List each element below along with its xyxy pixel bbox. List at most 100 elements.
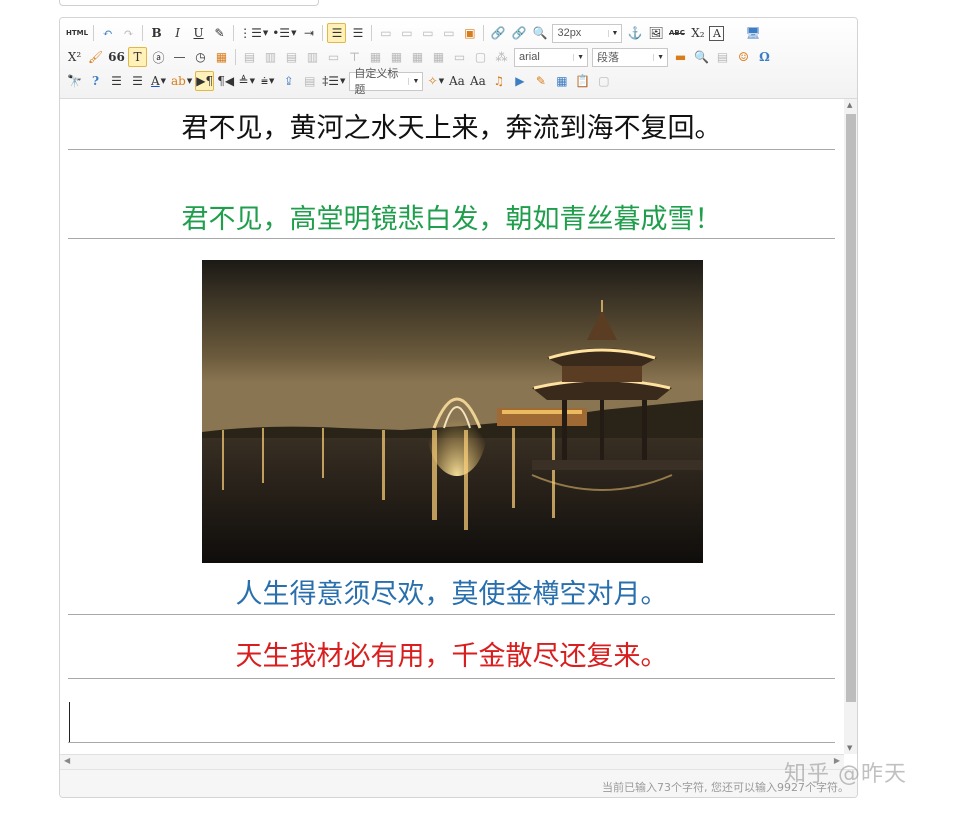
vertical-scroll-thumb[interactable] bbox=[846, 114, 856, 702]
toolbar-separator bbox=[371, 25, 373, 41]
poem-line-4[interactable]: 天生我材必有用，千金散尽还复来。 bbox=[68, 635, 835, 679]
special-char-icon[interactable]: Ω bbox=[755, 47, 774, 67]
ordered-list-icon[interactable]: ⋮☰ ▼ bbox=[238, 23, 269, 43]
paragraph-select[interactable]: 段落 ▼ bbox=[592, 47, 668, 67]
find-icon[interactable]: 🔭 bbox=[65, 71, 84, 91]
row-spacing-top-icon[interactable]: ≜ ▼ bbox=[237, 71, 256, 91]
vertical-scrollbar[interactable]: ▲ ▼ bbox=[844, 99, 857, 754]
font-color-icon[interactable]: A ▼ bbox=[149, 71, 168, 91]
justify-icon[interactable]: ☰ bbox=[128, 71, 147, 91]
table-merge-right-icon[interactable]: ▭ bbox=[324, 47, 343, 67]
ltr-icon[interactable]: ▶¶ bbox=[195, 71, 215, 91]
template-icon[interactable]: ▤ bbox=[713, 47, 732, 67]
font-family-select[interactable]: arial ▼ bbox=[514, 47, 588, 67]
poem-line-2[interactable]: 君不见，高堂明镜悲白发，朝如青丝暮成雪！ bbox=[68, 191, 835, 239]
html-source-button[interactable]: HTML bbox=[65, 23, 89, 43]
bold-button[interactable]: B bbox=[147, 23, 166, 43]
toolbar-row-1: HTML ↶ ↷ B I U ✎ ⋮☰ ▼ •☰ ▼ ⇥ ☰ ☰ ▭ ▭ ▭ ▭ ▣… bbox=[64, 22, 763, 44]
background-color-icon[interactable]: ab ▼ bbox=[170, 71, 193, 91]
eraser-icon[interactable]: ✎ bbox=[210, 23, 229, 43]
emotion-icon[interactable]: ☺ bbox=[734, 47, 753, 67]
image-manager-icon[interactable]: 🖼 bbox=[646, 23, 665, 43]
uppercase-icon[interactable]: Aa bbox=[447, 71, 466, 91]
horizontal-rule-icon[interactable]: — bbox=[170, 47, 189, 67]
lowercase-icon[interactable]: Aa bbox=[468, 71, 487, 91]
image-center-icon[interactable]: ▭ bbox=[397, 23, 416, 43]
blockquote-icon[interactable]: 66 bbox=[107, 47, 126, 67]
text-box-icon[interactable]: A bbox=[709, 25, 725, 41]
line-height-icon[interactable]: ‡☰ ▼ bbox=[321, 71, 346, 91]
scroll-down-icon[interactable]: ▼ bbox=[847, 744, 852, 752]
table-split-icon[interactable]: ⊤ bbox=[345, 47, 364, 67]
at-icon[interactable]: ⓐ bbox=[149, 47, 168, 67]
drafts-icon[interactable]: ▢ bbox=[594, 71, 613, 91]
image-no-float-icon[interactable]: ▭ bbox=[439, 23, 458, 43]
insert-image-icon[interactable]: ▣ bbox=[460, 23, 479, 43]
upload-icon[interactable]: ⇪ bbox=[279, 71, 298, 91]
link-icon[interactable]: 🔗 bbox=[488, 23, 507, 43]
attachment-icon[interactable]: ▤ bbox=[300, 71, 319, 91]
font-size-select[interactable]: 32px ▼ bbox=[552, 23, 623, 43]
align-justify-icon[interactable]: ☰ bbox=[348, 23, 367, 43]
editor-toolbar: HTML ↶ ↷ B I U ✎ ⋮☰ ▼ •☰ ▼ ⇥ ☰ ☰ ▭ ▭ ▭ ▭ ▣… bbox=[60, 18, 857, 99]
editor-content-area[interactable]: 君不见，黄河之水天上来，奔流到海不复回。 君不见，高堂明镜悲白发，朝如青丝暮成雪… bbox=[60, 99, 844, 754]
image-float-left-icon[interactable]: ▭ bbox=[376, 23, 395, 43]
clear-doc-icon[interactable]: ✧ ▼ bbox=[426, 71, 445, 91]
page-break-icon[interactable]: ▢ bbox=[471, 47, 490, 67]
dropdown-caret-icon: ▼ bbox=[340, 77, 346, 85]
rtl-icon[interactable]: ¶◀ bbox=[216, 71, 235, 91]
subscript-button[interactable]: X₂ bbox=[688, 23, 707, 43]
horizontal-scrollbar[interactable]: ◀ ▶ bbox=[60, 754, 844, 769]
table-icon[interactable]: ▦ bbox=[552, 71, 571, 91]
calendar-icon[interactable]: ▦ bbox=[212, 47, 231, 67]
west-lake-pavilion-night-photo[interactable] bbox=[202, 260, 703, 563]
pavilion-illustration bbox=[202, 260, 703, 563]
scroll-up-icon[interactable]: ▲ bbox=[847, 101, 852, 109]
zoom-icon[interactable]: 🔍 bbox=[530, 23, 549, 43]
superscript-button[interactable]: X² bbox=[65, 47, 84, 67]
image-float-right-icon[interactable]: ▭ bbox=[418, 23, 437, 43]
music-icon[interactable]: ♫ bbox=[489, 71, 508, 91]
table-delete-col-icon[interactable]: ▥ bbox=[303, 47, 322, 67]
strikethrough-button[interactable]: ABC bbox=[667, 23, 686, 43]
align-left-icon[interactable]: ☰ bbox=[327, 23, 347, 43]
empty-paragraph[interactable] bbox=[68, 681, 835, 743]
upper-panel-edge bbox=[59, 0, 319, 6]
format-brush-icon[interactable]: 🖌 bbox=[86, 47, 105, 67]
table-insert-row-icon[interactable]: ▤ bbox=[240, 47, 259, 67]
dropdown-caret-icon: ▼ bbox=[249, 77, 255, 85]
help-icon[interactable]: ? bbox=[86, 71, 105, 91]
scroll-left-icon[interactable]: ◀ bbox=[64, 756, 70, 765]
fullscreen-icon[interactable]: 🖥 bbox=[743, 23, 762, 43]
poem-line-3[interactable]: 人生得意须尽欢，莫使金樽空对月。 bbox=[68, 567, 835, 615]
paste-icon[interactable]: 📋 bbox=[573, 71, 592, 91]
cell-properties-icon[interactable]: ▭ bbox=[450, 47, 469, 67]
indent-icon[interactable]: ⇥ bbox=[299, 23, 318, 43]
table-split-cols-icon[interactable]: ▦ bbox=[408, 47, 427, 67]
undo-icon[interactable]: ↶ bbox=[98, 23, 117, 43]
clock-icon[interactable]: ◷ bbox=[191, 47, 210, 67]
video-icon[interactable]: ▶ bbox=[510, 71, 529, 91]
unordered-list-icon[interactable]: •☰ ▼ bbox=[271, 23, 297, 43]
table-merge-cells-icon[interactable]: ▦ bbox=[366, 47, 385, 67]
table-insert-col-icon[interactable]: ▥ bbox=[261, 47, 280, 67]
toolbar-separator bbox=[142, 25, 144, 41]
anchor-icon[interactable]: ⚓ bbox=[625, 23, 644, 43]
table-properties-icon[interactable]: ▦ bbox=[429, 47, 448, 67]
italic-button[interactable]: I bbox=[168, 23, 187, 43]
chevron-down-icon: ▼ bbox=[408, 77, 419, 85]
wordimage-icon[interactable]: ✎ bbox=[531, 71, 550, 91]
unlink-icon[interactable]: 🔗 bbox=[509, 23, 528, 43]
snapshot-icon[interactable]: ▬ bbox=[671, 47, 690, 67]
redo-icon[interactable]: ↷ bbox=[119, 23, 138, 43]
paste-text-icon[interactable]: T bbox=[128, 47, 147, 67]
custom-style-select[interactable]: 自定义标题 ▼ bbox=[349, 68, 424, 96]
row-spacing-bottom-icon[interactable]: ⩧ ▼ bbox=[258, 71, 277, 91]
table-split-rows-icon[interactable]: ▦ bbox=[387, 47, 406, 67]
indent-right-icon[interactable]: ☰ bbox=[107, 71, 126, 91]
table-delete-row-icon[interactable]: ▤ bbox=[282, 47, 301, 67]
text-direction-icon[interactable]: ⁂ bbox=[492, 47, 511, 67]
poem-line-1[interactable]: 君不见，黄河之水天上来，奔流到海不复回。 bbox=[68, 107, 835, 150]
search-replace-icon[interactable]: 🔍 bbox=[692, 47, 711, 67]
underline-button[interactable]: U bbox=[189, 23, 208, 43]
